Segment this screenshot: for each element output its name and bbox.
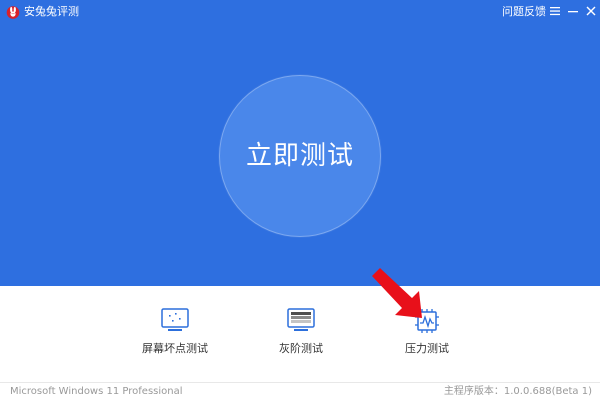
red-arrow-icon: [372, 268, 422, 318]
os-info: Microsoft Windows 11 Professional: [10, 386, 183, 397]
header-panel: 安兔兔评测 问题反馈 立即测试: [0, 0, 600, 286]
statusbar: Microsoft Windows 11 Professional 主程序版本：…: [0, 382, 600, 400]
titlebar: 安兔兔评测 问题反馈: [0, 0, 600, 24]
version-info: 主程序版本：1.0.0.688(Beta 1): [443, 386, 592, 397]
grayscale-monitor-icon: [287, 308, 315, 331]
app-title: 安兔兔评测: [24, 5, 79, 18]
app-window: 安兔兔评测 问题反馈 立即测试 屏幕坏点测试 灰阶测试 压力测试 Microso…: [0, 0, 600, 400]
close-icon[interactable]: [584, 4, 598, 18]
tool-stress-label: 压力测试: [405, 342, 449, 355]
tool-grayscale-test[interactable]: 灰阶测试: [256, 308, 346, 360]
tool-grayscale-label: 灰阶测试: [279, 342, 323, 355]
start-test-label: 立即测试: [245, 141, 354, 171]
rabbit-logo-icon: [6, 6, 20, 19]
minimize-icon[interactable]: [566, 4, 580, 18]
start-test-button[interactable]: 立即测试: [219, 75, 381, 237]
tool-dead-pixel-label: 屏幕坏点测试: [142, 342, 208, 355]
menu-icon[interactable]: [548, 4, 562, 18]
monitor-dots-icon: [161, 308, 189, 331]
tool-dead-pixel-test[interactable]: 屏幕坏点测试: [130, 308, 220, 360]
feedback-link[interactable]: 问题反馈: [502, 5, 546, 19]
